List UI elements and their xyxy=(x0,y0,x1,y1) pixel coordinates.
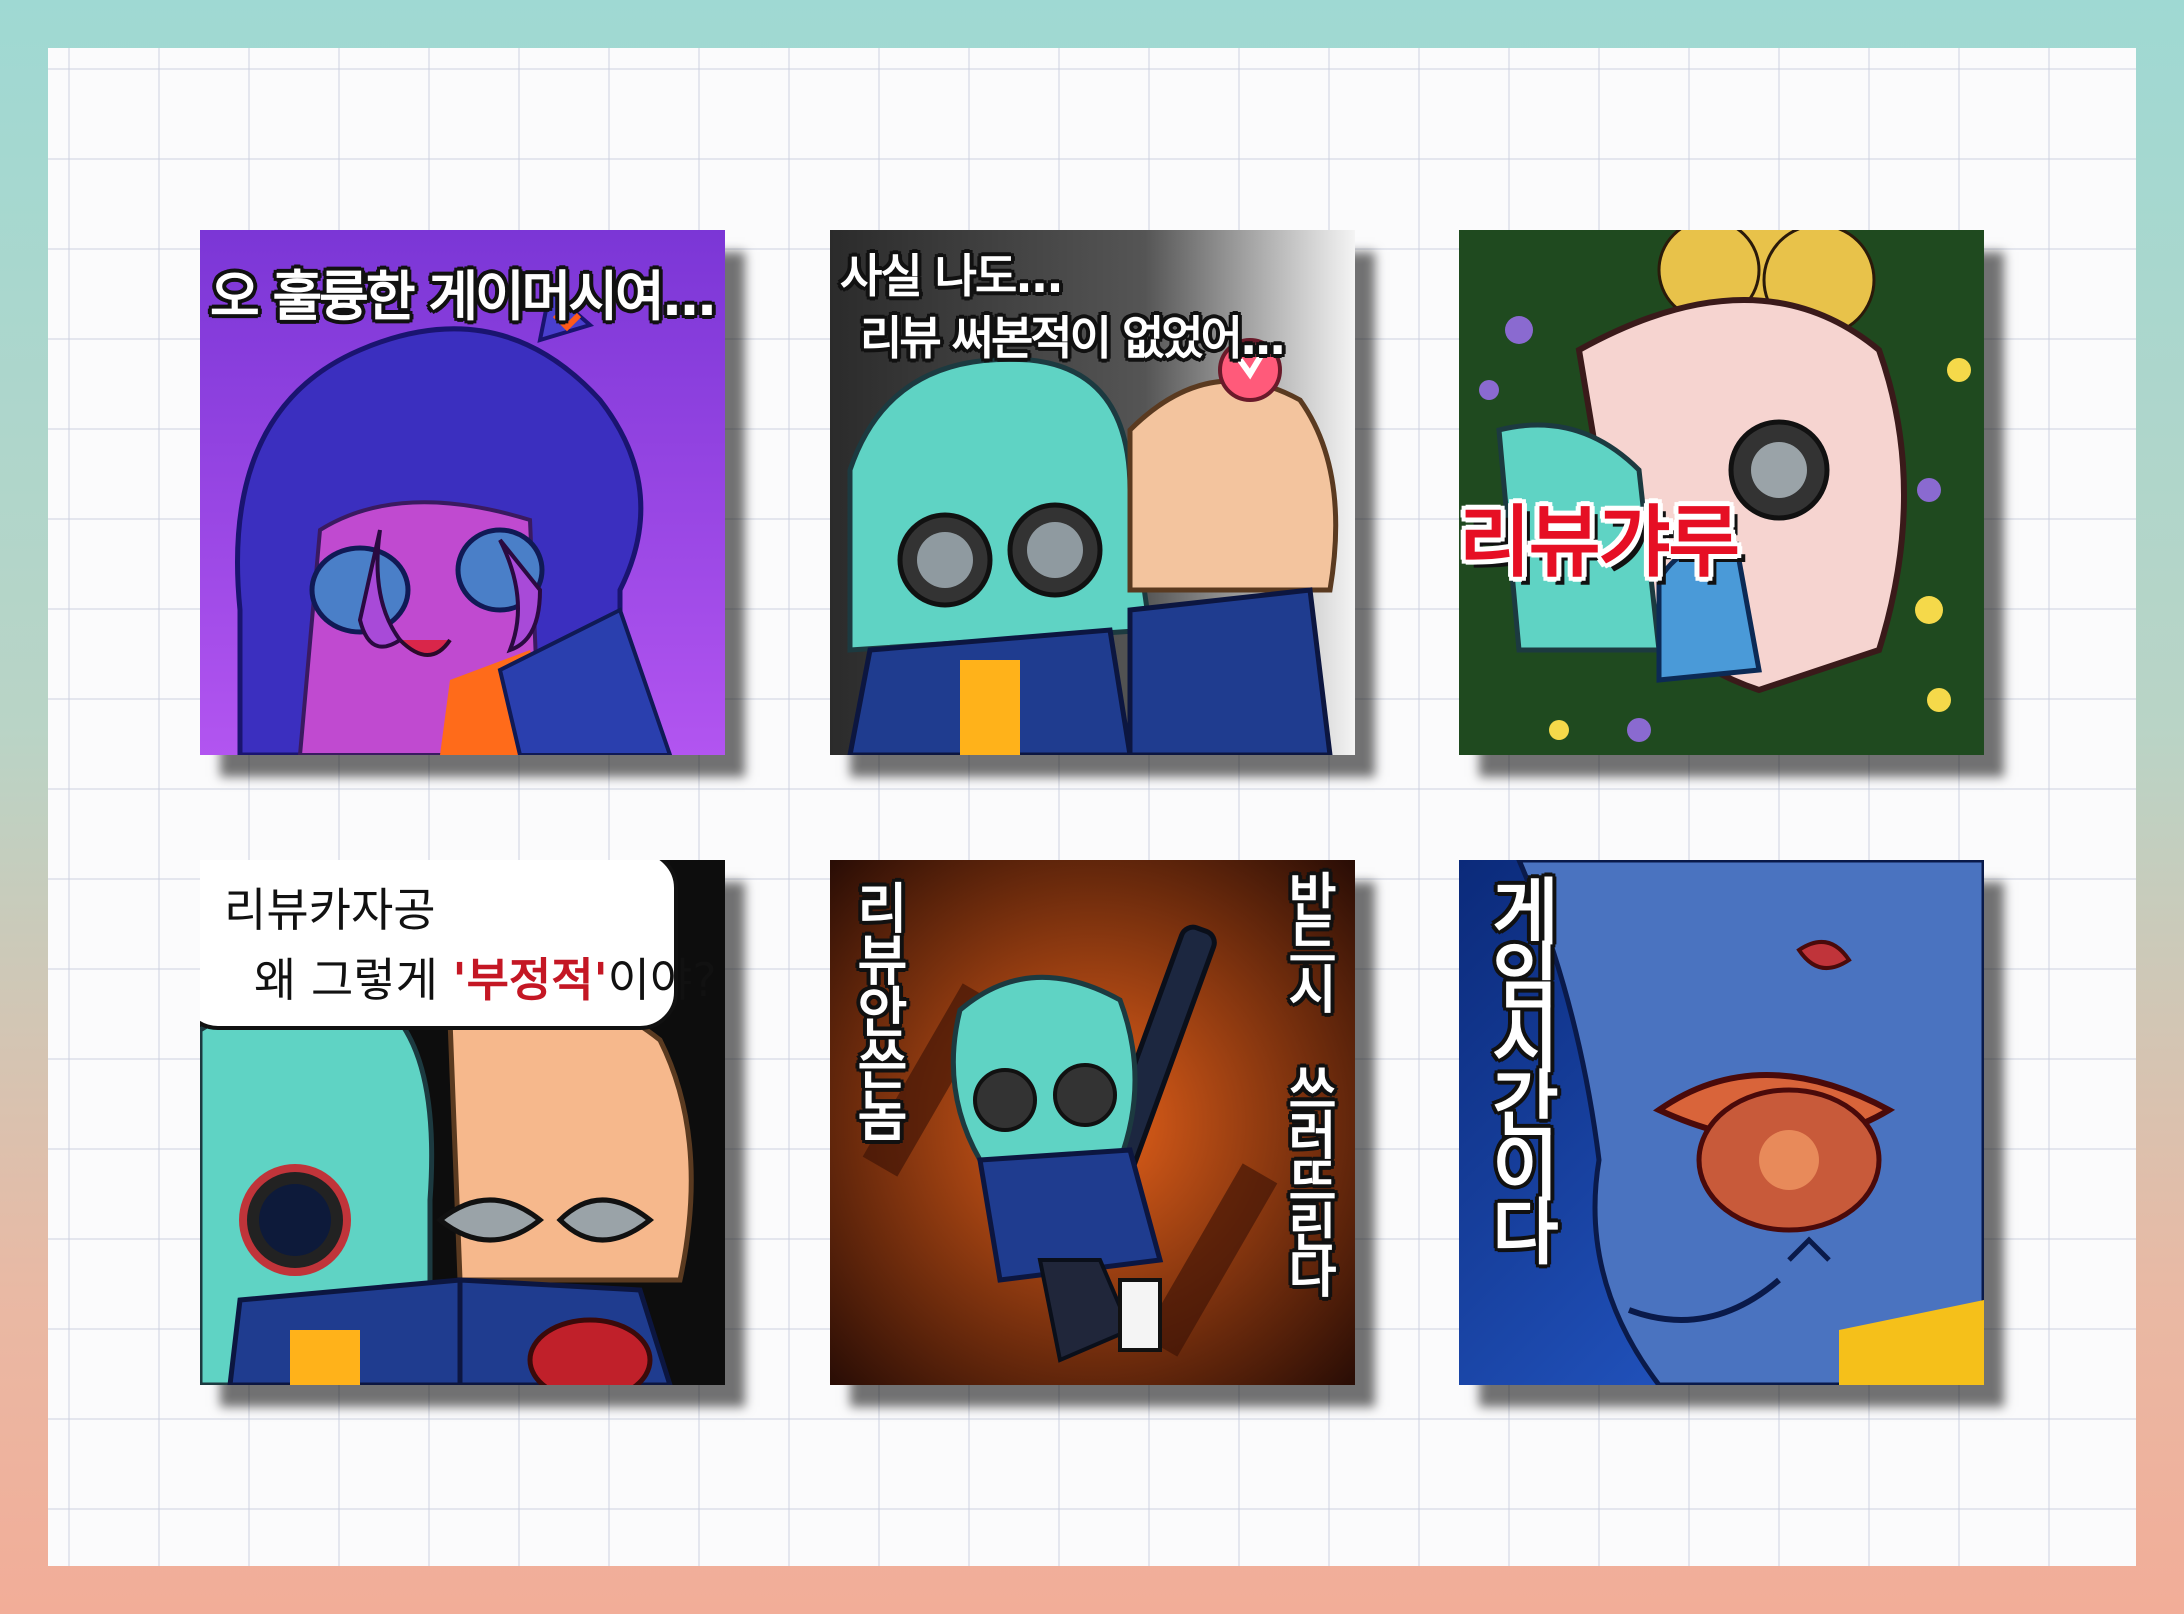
bubble-line-1: 리뷰카자공 xyxy=(224,883,436,937)
bubble-line-2-suffix: 이야? xyxy=(607,953,717,1007)
sticker-caption: 리뷰갸루 xyxy=(1459,498,1740,588)
sticker-why-negative[interactable]: 리뷰카자공 왜 그렇게 '부정적'이야? xyxy=(200,860,725,1385)
sticker-right-caption: 반드시 쓰러뜨린다 xyxy=(1277,870,1337,1292)
sticker-left-caption: 리뷰안쓴놈 xyxy=(846,880,909,1140)
sticker-game-time[interactable]: 게임시간이다 xyxy=(1459,860,1984,1385)
bubble-emphasis-negative: '부정적' xyxy=(452,953,608,1007)
sticker-review-gyaru[interactable]: 리뷰갸루 xyxy=(1459,230,1984,755)
sticker-caption: 오 훌륭한 게이머시여... xyxy=(210,265,717,328)
sticker-never-reviewed[interactable]: 사실 나도... 리뷰 써본적이 없었어... xyxy=(830,230,1355,755)
sticker-defeat-non-reviewer[interactable]: 리뷰안쓴놈 반드시 쓰러뜨린다 xyxy=(830,860,1355,1385)
sticker-sheet: 오 훌륭한 게이머시여... 사실 나도... 리뷰 써본적이 없었어... 리… xyxy=(48,48,2136,1566)
bubble-line-2: 왜 그렇게 '부정적'이야? xyxy=(254,944,717,1010)
sticker-caption-line-2: 리뷰 써본적이 없었어... xyxy=(860,311,1286,365)
sticker-caption-line-1: 사실 나도... xyxy=(840,249,1064,303)
speech-bubble: 리뷰카자공 왜 그렇게 '부정적'이야? xyxy=(200,860,717,1030)
sticker-gamer-praise[interactable]: 오 훌륭한 게이머시여... xyxy=(200,230,725,755)
bubble-line-2-prefix: 왜 그렇게 xyxy=(254,953,453,1007)
sticker-caption: 게임시간이다 xyxy=(1477,874,1561,1258)
